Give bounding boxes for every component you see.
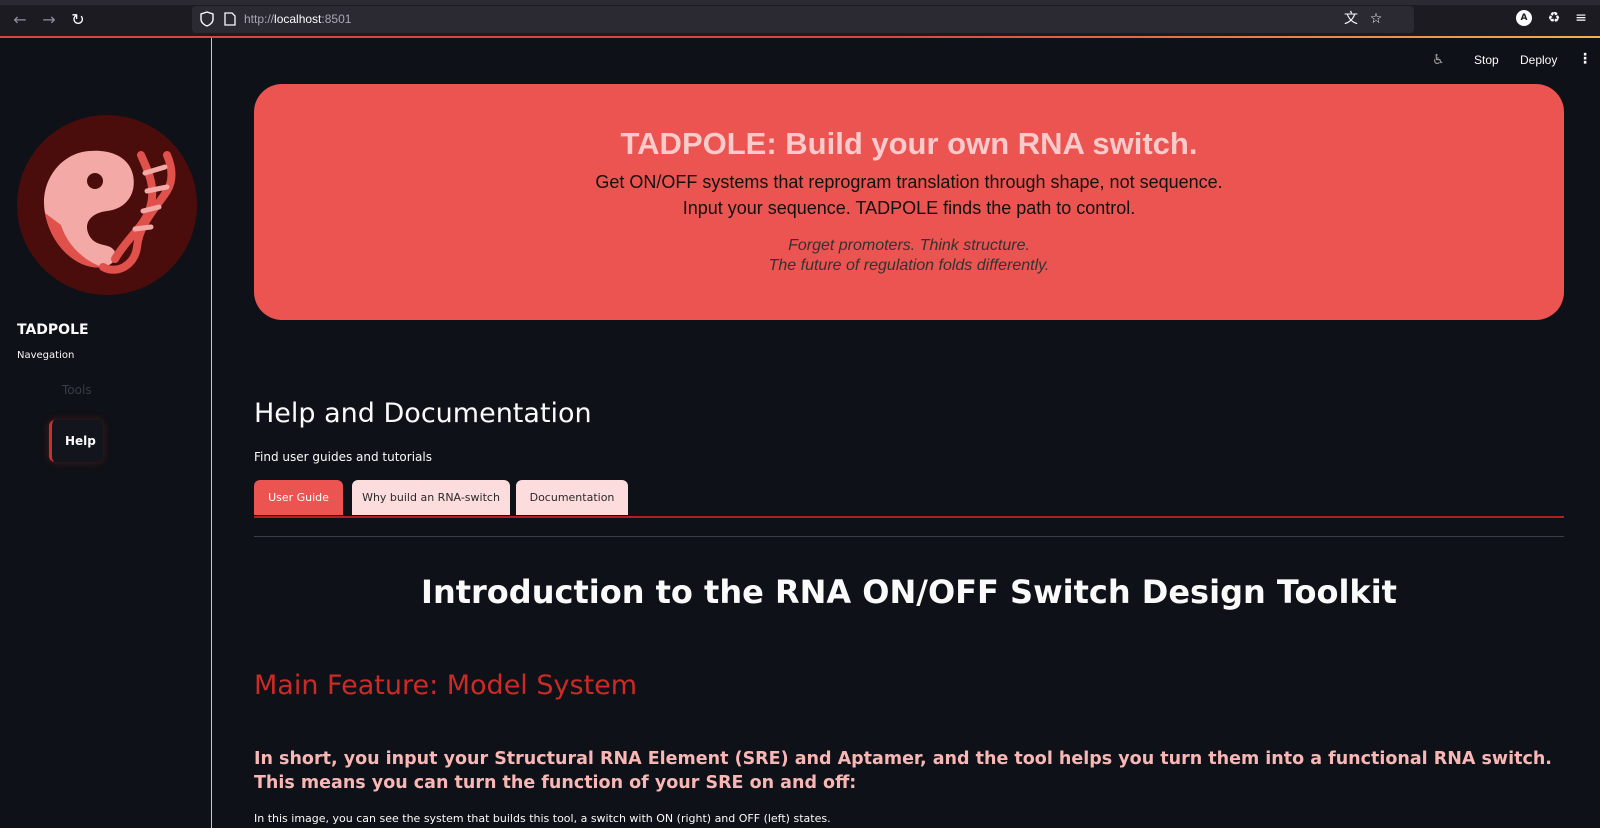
hero-tagline-1: Get ON/OFF systems that reprogram transl… — [595, 172, 1223, 192]
translate-icon[interactable]: 文 — [1342, 10, 1360, 28]
sidebar-nav-label: Navegation — [17, 350, 75, 361]
sidebar-app-title: TADPOLE — [17, 322, 89, 338]
page-icon — [224, 12, 236, 26]
hero-tagline-2: Input your sequence. TADPOLE finds the p… — [682, 198, 1136, 218]
bookmark-star-icon[interactable]: ☆ — [1367, 10, 1385, 28]
hero-title: TADPOLE: Build your own RNA switch. — [620, 126, 1198, 161]
back-arrow-icon[interactable]: ← — [9, 9, 31, 31]
divider — [254, 536, 1564, 537]
tab-why-build-rna-switch[interactable]: Why build an RNA-switch — [352, 480, 510, 515]
page-title: Help and Documentation — [254, 398, 592, 429]
hero-banner: TADPOLE: Build your own RNA switch. Get … — [254, 84, 1564, 320]
tadpole-logo-icon — [17, 115, 197, 295]
sidebar: TADPOLE Navegation Tools Help — [0, 38, 212, 828]
sidebar-item-tools[interactable]: Tools — [62, 383, 92, 397]
hero-quote-2: The future of regulation folds different… — [768, 257, 1050, 274]
tab-user-guide[interactable]: User Guide — [254, 480, 343, 515]
deploy-button[interactable]: Deploy — [1520, 53, 1557, 67]
browser-toolbar: ← → ↻ http://localhost:8501 文 ☆ A ♻ ≡ — [0, 0, 1600, 38]
feature-heading: Main Feature: Model System — [254, 670, 638, 701]
stop-button[interactable]: Stop — [1474, 53, 1499, 67]
reload-icon[interactable]: ↻ — [67, 9, 89, 31]
page-subtitle: Find user guides and tutorials — [254, 450, 432, 464]
shield-icon[interactable] — [200, 11, 214, 27]
running-status-icon: ♿ — [1432, 52, 1445, 68]
url-port: :8501 — [321, 12, 352, 26]
account-avatar-icon[interactable]: A — [1516, 10, 1532, 26]
summary-paragraph: In short, you input your Structural RNA … — [254, 749, 1552, 793]
address-bar[interactable]: http://localhost:8501 文 ☆ — [192, 6, 1414, 33]
tab-documentation[interactable]: Documentation — [516, 480, 628, 515]
forward-arrow-icon[interactable]: → — [38, 9, 60, 31]
extensions-icon[interactable]: ♻ — [1545, 9, 1563, 27]
kebab-menu-icon[interactable]: ⋮ — [1578, 51, 1592, 67]
intro-heading: Introduction to the RNA ON/OFF Switch De… — [421, 573, 1397, 611]
tab-strip — [0, 0, 1600, 5]
url-host: localhost — [274, 12, 322, 26]
hero-quote-1: Forget promoters. Think structure. — [788, 237, 1030, 254]
app-header-toolbar: ♿ Stop Deploy ⋮ — [1400, 38, 1600, 82]
tab-bar: User Guide Why build an RNA-switch Docum… — [254, 480, 1564, 518]
header-accent-line — [0, 36, 1600, 38]
image-caption: In this image, you can see the system th… — [254, 812, 831, 825]
url-text: http://localhost:8501 — [244, 12, 351, 26]
app-menu-icon[interactable]: ≡ — [1572, 9, 1590, 27]
url-scheme: http:// — [244, 12, 275, 26]
sidebar-item-help[interactable]: Help — [49, 420, 103, 462]
